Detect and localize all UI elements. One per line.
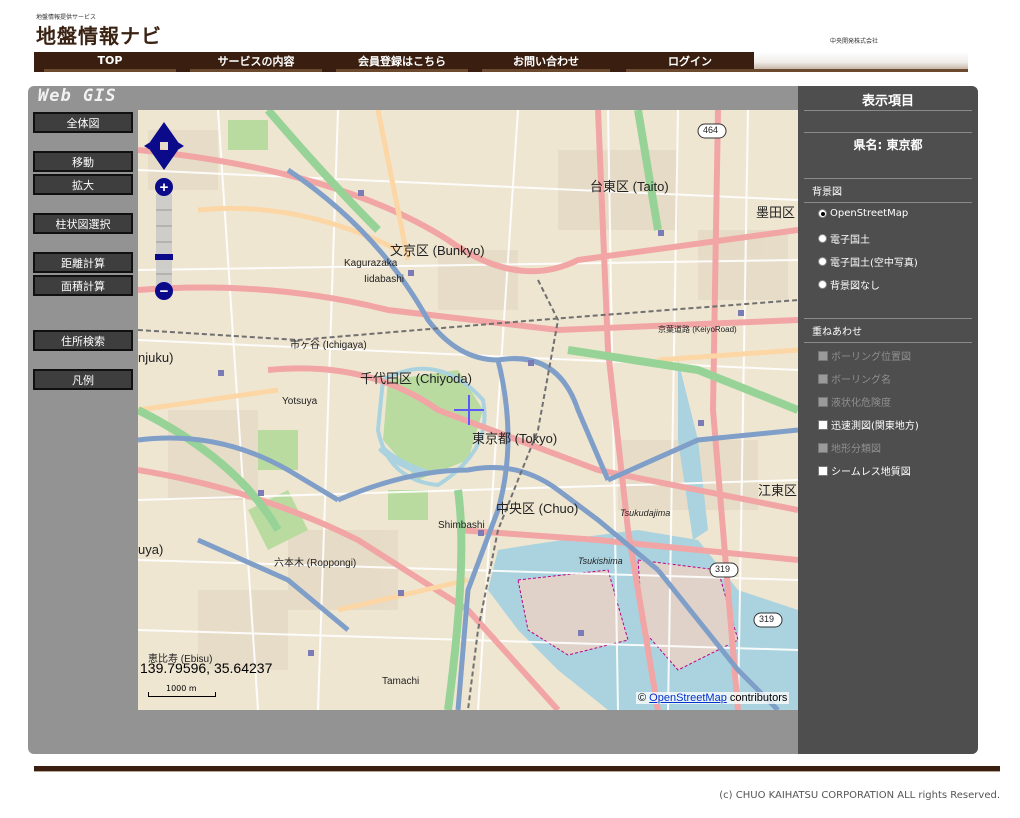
overlay-liquefaction: 液状化危険度: [818, 394, 891, 409]
map-label-tsukudajima: Tsukudajima: [620, 508, 671, 518]
bg-option-label: 背景図なし: [830, 281, 880, 292]
divider: [804, 202, 972, 203]
nav-login[interactable]: ログイン: [626, 52, 754, 72]
overlay-landform: 地形分類図: [818, 440, 881, 455]
divider: [804, 342, 972, 343]
map-label-keiyo-road: 京葉道路 (KeiyoRoad): [658, 325, 737, 334]
tool-column-select-button[interactable]: 柱状図選択: [33, 213, 133, 234]
map-label-chuo: 中央区 (Chuo): [496, 501, 579, 516]
map-canvas[interactable]: [138, 110, 798, 710]
map-route-464: 464: [703, 125, 719, 135]
scale-bar: [148, 692, 216, 697]
radio-icon[interactable]: [818, 234, 827, 243]
bg-option-label: 電子国土: [830, 235, 870, 246]
attribution-copyright: ©: [638, 692, 647, 704]
divider: [804, 110, 972, 111]
map-label-chiyoda: 千代田区 (Chiyoda): [360, 371, 472, 386]
tool-address-search-button[interactable]: 住所検索: [33, 330, 133, 351]
checkbox-icon: [818, 442, 828, 453]
map-label-shimbashi: Shimbashi: [438, 520, 485, 531]
tool-zoom-button[interactable]: 拡大: [33, 174, 133, 195]
nav-top[interactable]: TOP: [44, 52, 176, 72]
map-label-sumida: 墨田区: [756, 205, 796, 220]
checkbox-icon: [818, 396, 828, 407]
cursor-coordinates: 139.79596, 35.64237: [140, 660, 273, 676]
tool-area-button[interactable]: 面積計算: [33, 275, 133, 296]
bg-option-label: 電子国土(空中写真): [830, 258, 918, 269]
radio-icon[interactable]: [818, 257, 827, 266]
map-label-shinjuku: njuku): [138, 350, 174, 365]
openstreetmap-link[interactable]: OpenStreetMap: [649, 692, 727, 704]
map-label-roppongi: 六本木 (Roppongi): [274, 558, 357, 569]
overlay-boring-name: ボーリング名: [818, 371, 891, 386]
divider: [804, 132, 972, 133]
checkbox-icon: [818, 350, 828, 361]
zoom-out-button[interactable]: −: [155, 282, 173, 300]
map-label-bunkyo: 文京区 (Bunkyo): [390, 243, 485, 258]
tool-pan-button[interactable]: 移動: [33, 151, 133, 172]
bg-option-osm[interactable]: OpenStreetMap: [818, 208, 908, 219]
map-attribution: © OpenStreetMap contributors: [636, 692, 790, 704]
map-label-kagurazaka: Kagurazaka: [344, 258, 398, 269]
overlay-label: シームレス地質図: [831, 467, 911, 478]
map-label-ichigaya: 市ヶ谷 (Ichigaya): [290, 340, 367, 351]
panel-title: 表示項目: [861, 94, 914, 109]
tool-distance-button[interactable]: 距離計算: [33, 252, 133, 273]
overlay-label: 液状化危険度: [831, 398, 891, 409]
overlay-label: ボーリング名: [831, 375, 891, 386]
map-label-koto: 江東区: [758, 483, 798, 498]
zoom-slider-handle: [155, 254, 173, 260]
radio-icon[interactable]: [818, 209, 827, 218]
map-label-iidabashi: Iidabashi: [364, 274, 405, 285]
background-section-title: 背景図: [812, 187, 842, 198]
tool-legend-button[interactable]: 凡例: [33, 369, 133, 390]
bg-option-none[interactable]: 背景図なし: [818, 277, 880, 292]
map-label-tamachi: Tamachi: [382, 676, 420, 687]
nav-register[interactable]: 会員登録はこちら: [336, 52, 468, 72]
bg-option-denshi-kokudo[interactable]: 電子国土: [818, 231, 870, 246]
copyright-text: (c) CHUO KAIHATSU CORPORATION ALL rights…: [719, 790, 1000, 801]
map-route-319-a: 319: [715, 564, 731, 574]
map-label-taito: 台東区 (Taito): [590, 179, 669, 194]
overlay-label: ボーリング位置図: [831, 352, 911, 363]
map-label-tokyo: 東京都 (Tokyo): [472, 431, 558, 446]
divider: [804, 178, 972, 179]
map-route-319-b: 319: [759, 614, 775, 624]
map-label-tsukishima: Tsukishima: [578, 556, 623, 566]
gis-title: Web GIS: [38, 86, 117, 106]
nav-services[interactable]: サービスの内容: [190, 52, 322, 72]
overlay-label: 迅速測図(関東地方): [831, 421, 919, 432]
attribution-suffix: contributors: [729, 692, 788, 704]
bg-option-aerial[interactable]: 電子国土(空中写真): [818, 254, 918, 269]
map-label-shibuya: uya): [138, 542, 164, 557]
radio-icon[interactable]: [818, 280, 827, 289]
nav-contact[interactable]: お問い合わせ: [482, 52, 610, 72]
map-label-yotsuya: Yotsuya: [282, 396, 318, 407]
overlay-section-title: 重ねあわせ: [812, 327, 862, 338]
tool-overview-button[interactable]: 全体図: [33, 112, 133, 133]
checkbox-icon: [818, 373, 828, 384]
checkbox-icon[interactable]: [818, 465, 828, 476]
zoom-in-button[interactable]: +: [155, 178, 173, 196]
company-name: 中央開発株式会社: [830, 38, 879, 45]
footer-line: [34, 771, 1000, 772]
site-logo[interactable]: 地盤情報ナビ: [36, 20, 162, 49]
nav-fade: [754, 52, 968, 72]
prefecture-label: 県名: 東京都: [853, 138, 923, 152]
overlay-label: 地形分類図: [831, 444, 881, 455]
map-view[interactable]: + − 台東区 (Taito) 文京区 (Bunkyo) 千代田区 (Chiyo…: [138, 110, 798, 710]
overlay-boring-position: ボーリング位置図: [818, 348, 911, 363]
overlay-seamless-geology[interactable]: シームレス地質図: [818, 463, 911, 478]
bg-option-label: OpenStreetMap: [830, 208, 909, 219]
checkbox-icon[interactable]: [818, 419, 828, 430]
zoom-slider-track: [156, 194, 172, 294]
overlay-jinsoku-sokuzu[interactable]: 迅速測図(関東地方): [818, 417, 919, 432]
divider: [804, 318, 972, 319]
